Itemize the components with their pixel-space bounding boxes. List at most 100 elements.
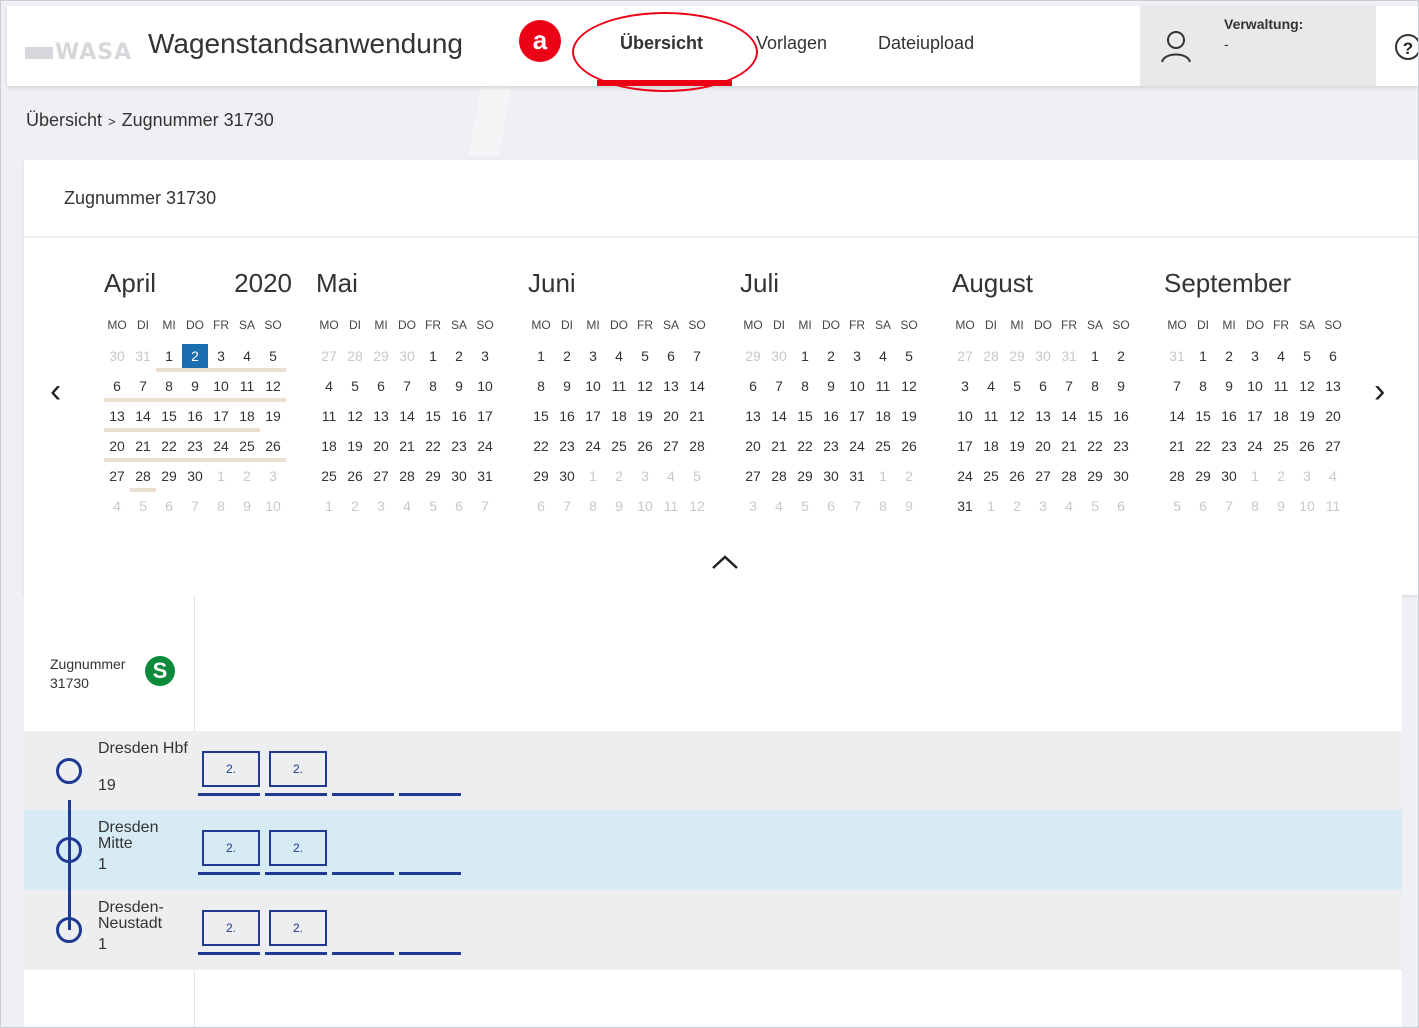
- calendar-day[interactable]: 13: [1030, 404, 1056, 428]
- calendar-day[interactable]: 30: [394, 344, 420, 368]
- calendar-day[interactable]: 27: [658, 434, 684, 458]
- wagon-second-class[interactable]: 2.: [202, 830, 260, 866]
- station-row[interactable]: Dresden Hbf 19 2. 2.: [24, 731, 1402, 811]
- calendar-day[interactable]: 9: [234, 494, 260, 518]
- calendar-day[interactable]: 9: [606, 494, 632, 518]
- calendar-day[interactable]: 1: [316, 494, 342, 518]
- prev-month-button[interactable]: ‹: [50, 372, 61, 411]
- calendar-day[interactable]: 18: [606, 404, 632, 428]
- calendar-day[interactable]: 15: [1082, 404, 1108, 428]
- calendar-day[interactable]: 5: [632, 344, 658, 368]
- calendar-day[interactable]: 11: [978, 404, 1004, 428]
- calendar-day[interactable]: 9: [1216, 374, 1242, 398]
- calendar-day[interactable]: 8: [792, 374, 818, 398]
- calendar-day[interactable]: 14: [766, 404, 792, 428]
- calendar-day[interactable]: 21: [130, 434, 156, 462]
- calendar-day[interactable]: 4: [1056, 494, 1082, 518]
- calendar-day[interactable]: 7: [684, 344, 710, 368]
- wagon-second-class[interactable]: 2.: [202, 910, 260, 946]
- calendar-day[interactable]: 25: [1268, 434, 1294, 458]
- calendar-day[interactable]: 24: [472, 434, 498, 458]
- calendar-day[interactable]: 11: [234, 374, 260, 402]
- calendar-day[interactable]: 22: [792, 434, 818, 458]
- calendar-day[interactable]: 31: [844, 464, 870, 488]
- calendar-day[interactable]: 19: [896, 404, 922, 428]
- calendar-day[interactable]: 28: [978, 344, 1004, 368]
- calendar-day[interactable]: 29: [740, 344, 766, 368]
- calendar-day[interactable]: 27: [104, 464, 130, 488]
- calendar-day[interactable]: 29: [1082, 464, 1108, 488]
- calendar-day[interactable]: 14: [1164, 404, 1190, 428]
- calendar-day[interactable]: 15: [156, 404, 182, 432]
- calendar-day[interactable]: 19: [632, 404, 658, 428]
- calendar-day[interactable]: 23: [818, 434, 844, 458]
- calendar-day[interactable]: 1: [420, 344, 446, 368]
- calendar-day[interactable]: 29: [420, 464, 446, 488]
- calendar-day[interactable]: 9: [554, 374, 580, 398]
- calendar-day[interactable]: 3: [844, 344, 870, 368]
- calendar-day[interactable]: 11: [870, 374, 896, 398]
- calendar-day[interactable]: 4: [104, 494, 130, 518]
- calendar-day[interactable]: 13: [104, 404, 130, 432]
- calendar-day[interactable]: 16: [446, 404, 472, 428]
- calendar-day[interactable]: 4: [1268, 344, 1294, 368]
- calendar-day[interactable]: 30: [818, 464, 844, 488]
- calendar-day[interactable]: 13: [1320, 374, 1346, 398]
- calendar-day[interactable]: 2: [234, 464, 260, 488]
- breadcrumb-root[interactable]: Übersicht: [26, 110, 102, 130]
- station-row[interactable]: Dresden-Neustadt 1 2. 2.: [24, 890, 1402, 970]
- calendar-day[interactable]: 10: [844, 374, 870, 398]
- calendar-day[interactable]: 16: [182, 404, 208, 432]
- calendar-day[interactable]: 3: [580, 344, 606, 368]
- calendar-day[interactable]: 26: [260, 434, 286, 462]
- calendar-day[interactable]: 8: [156, 374, 182, 402]
- calendar-day[interactable]: 8: [1242, 494, 1268, 518]
- calendar-day[interactable]: 12: [260, 374, 286, 402]
- calendar-day[interactable]: 30: [1030, 344, 1056, 368]
- calendar-day[interactable]: 9: [1108, 374, 1134, 398]
- calendar-day[interactable]: 29: [528, 464, 554, 488]
- calendar-day[interactable]: 21: [684, 404, 710, 428]
- wagon-second-class[interactable]: 2.: [269, 830, 327, 866]
- calendar-day[interactable]: 10: [472, 374, 498, 398]
- calendar-day[interactable]: 31: [1056, 344, 1082, 368]
- calendar-day[interactable]: 31: [130, 344, 156, 368]
- calendar-day[interactable]: 27: [316, 344, 342, 368]
- calendar-day[interactable]: 20: [104, 434, 130, 462]
- calendar-day[interactable]: 25: [316, 464, 342, 488]
- calendar-day[interactable]: 22: [156, 434, 182, 462]
- calendar-day[interactable]: 12: [632, 374, 658, 398]
- calendar-day[interactable]: 30: [1108, 464, 1134, 488]
- calendar-day[interactable]: 15: [1190, 404, 1216, 428]
- nav-dateiupload[interactable]: Dateiupload: [878, 33, 974, 54]
- calendar-day[interactable]: 2: [606, 464, 632, 488]
- calendar-day[interactable]: 5: [1294, 344, 1320, 368]
- calendar-day[interactable]: 24: [208, 434, 234, 462]
- calendar-day[interactable]: 12: [684, 494, 710, 518]
- nav-vorlagen[interactable]: Vorlagen: [756, 33, 827, 54]
- calendar-day[interactable]: 6: [1190, 494, 1216, 518]
- calendar-day[interactable]: 19: [260, 404, 286, 428]
- calendar-day[interactable]: 31: [1164, 344, 1190, 368]
- calendar-day[interactable]: 1: [870, 464, 896, 488]
- calendar-day[interactable]: 1: [580, 464, 606, 488]
- calendar-day[interactable]: 21: [394, 434, 420, 458]
- calendar-day[interactable]: 6: [1320, 344, 1346, 368]
- calendar-day[interactable]: 1: [156, 344, 182, 372]
- calendar-day[interactable]: 1: [528, 344, 554, 368]
- calendar-day[interactable]: 2: [1108, 344, 1134, 368]
- calendar-day[interactable]: 4: [870, 344, 896, 368]
- calendar-day[interactable]: 2: [342, 494, 368, 518]
- calendar-day[interactable]: 30: [1216, 464, 1242, 488]
- calendar-day[interactable]: 24: [844, 434, 870, 458]
- calendar-day[interactable]: 20: [740, 434, 766, 458]
- next-month-button[interactable]: ›: [1374, 372, 1385, 411]
- calendar-day[interactable]: 10: [260, 494, 286, 518]
- calendar-day[interactable]: 8: [1082, 374, 1108, 398]
- calendar-day[interactable]: 27: [740, 464, 766, 488]
- help-icon[interactable]: ?: [1395, 34, 1419, 60]
- calendar-day[interactable]: 24: [1242, 434, 1268, 458]
- calendar-day[interactable]: 5: [420, 494, 446, 518]
- calendar-day[interactable]: 6: [446, 494, 472, 518]
- calendar-day[interactable]: 28: [342, 344, 368, 368]
